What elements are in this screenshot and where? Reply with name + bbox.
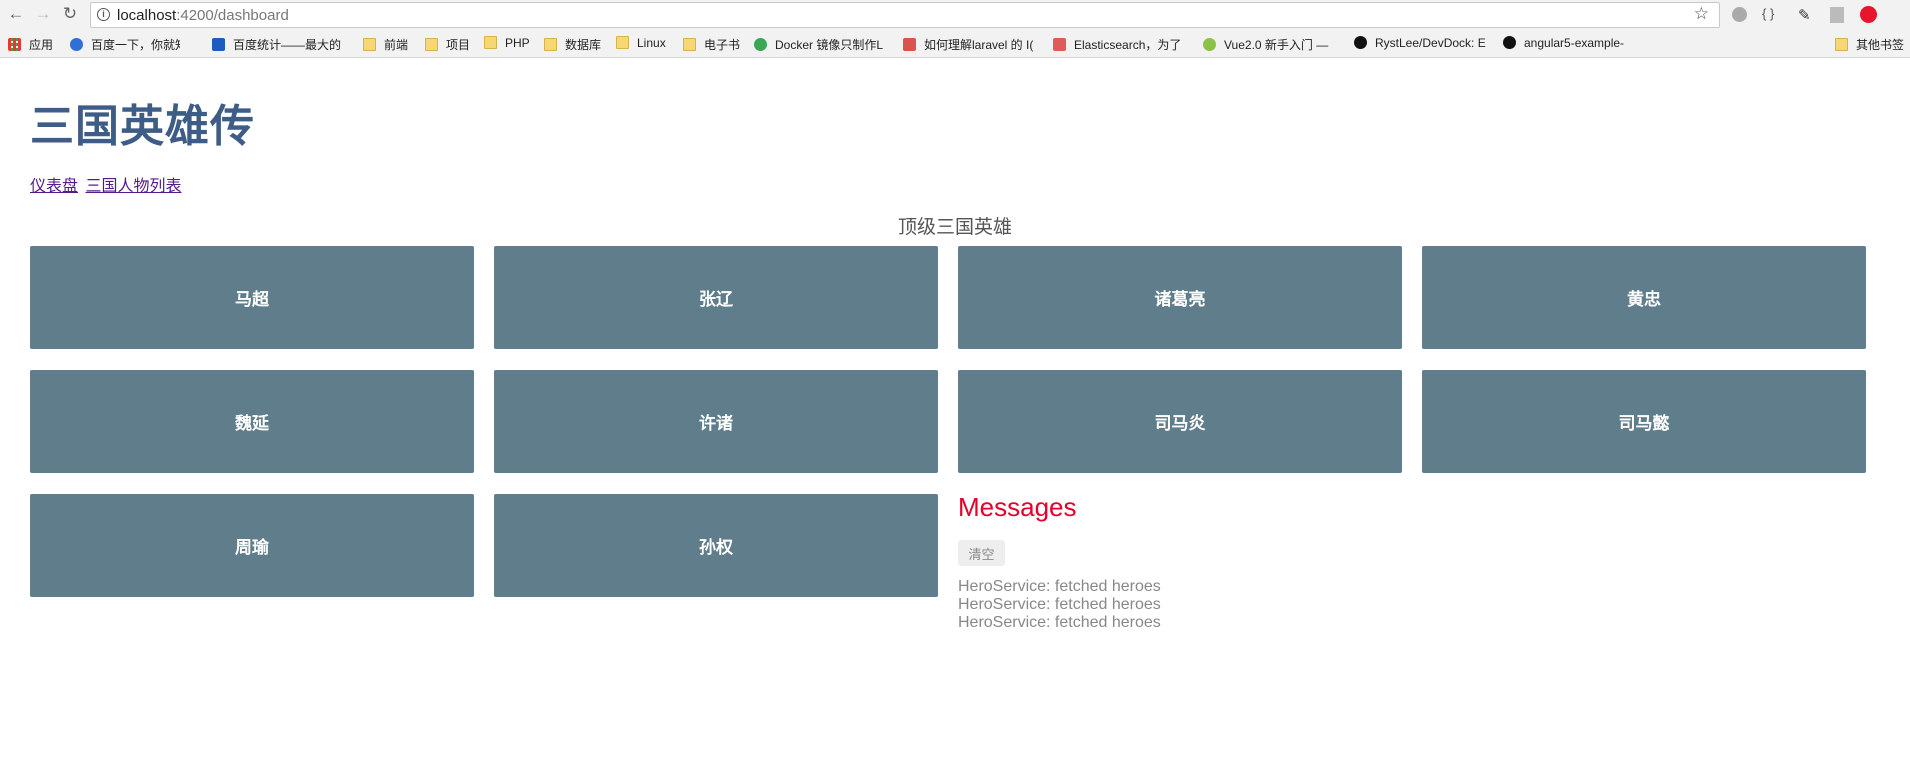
hero-name: 马超 bbox=[235, 290, 269, 310]
hero-card[interactable]: 马超 bbox=[30, 246, 474, 349]
clear-messages-button[interactable]: 清空 bbox=[958, 540, 1005, 566]
github-icon bbox=[1354, 36, 1367, 49]
bookmark-folder-database[interactable]: 数据库 bbox=[544, 36, 601, 53]
message-list: HeroService: fetched heroes HeroService:… bbox=[958, 578, 1358, 632]
hero-card[interactable]: 司马懿 bbox=[1422, 370, 1866, 473]
bookmark-angular5[interactable]: angular5-example- bbox=[1503, 36, 1641, 50]
bookmarks-bar: 应用 百度一下，你就知道 百度统计——最大的 前端 项目 PHP 数据库 Lin… bbox=[0, 30, 1910, 58]
hero-name: 张辽 bbox=[699, 290, 733, 310]
bookmark-docker[interactable]: Docker 镜像只制作L bbox=[754, 36, 890, 53]
bookmark-star-icon[interactable]: ☆ bbox=[1694, 4, 1709, 24]
hero-name: 周瑜 bbox=[235, 538, 269, 558]
browser-toolbar: ← → ↻ i localhost:4200/dashboard ☆ { } ✎ bbox=[0, 0, 1910, 30]
folder-icon bbox=[425, 38, 438, 51]
green-c-icon bbox=[754, 38, 767, 51]
hero-card[interactable]: 司马炎 bbox=[958, 370, 1402, 473]
bookmark-folder-php[interactable]: PHP bbox=[484, 36, 530, 50]
forward-icon[interactable]: → bbox=[33, 4, 53, 24]
bookmark-other[interactable]: 其他书签 bbox=[1835, 36, 1904, 53]
segmentfault-icon bbox=[1053, 38, 1066, 51]
info-icon[interactable]: i bbox=[97, 8, 110, 21]
page-title: 三国英雄传 bbox=[30, 101, 255, 152]
bookmark-laravel[interactable]: 如何理解laravel 的 I( bbox=[903, 36, 1041, 53]
bookmark-folder-projects[interactable]: 项目 bbox=[425, 36, 470, 53]
folder-icon bbox=[363, 38, 376, 51]
folder-icon bbox=[616, 36, 629, 49]
hero-card[interactable]: 张辽 bbox=[494, 246, 938, 349]
extension-icon[interactable] bbox=[1732, 7, 1747, 22]
hero-name: 黄忠 bbox=[1627, 290, 1661, 310]
bookmark-devdock[interactable]: RystLee/DevDock: E bbox=[1354, 36, 1488, 50]
folder-icon bbox=[484, 36, 497, 49]
bookmark-apps[interactable]: 应用 bbox=[8, 36, 53, 53]
baidu-icon bbox=[70, 38, 83, 51]
hero-name: 孙权 bbox=[699, 538, 733, 558]
hero-name: 许诸 bbox=[699, 414, 733, 434]
weibo-icon[interactable] bbox=[1860, 6, 1877, 23]
hero-card[interactable]: 黄忠 bbox=[1422, 246, 1866, 349]
folder-icon bbox=[544, 38, 557, 51]
url-text: localhost:4200/dashboard bbox=[117, 7, 289, 24]
apps-grid-icon bbox=[8, 38, 21, 51]
folder-icon bbox=[1835, 38, 1848, 51]
bookmark-elasticsearch[interactable]: Elasticsearch，为了 bbox=[1053, 36, 1189, 53]
address-bar[interactable]: i localhost:4200/dashboard ☆ bbox=[90, 2, 1720, 28]
json-extension-icon[interactable]: { } bbox=[1762, 6, 1780, 24]
hero-name: 司马炎 bbox=[1154, 414, 1206, 434]
hero-card[interactable]: 许诸 bbox=[494, 370, 938, 473]
bookmark-folder-linux[interactable]: Linux bbox=[616, 36, 666, 50]
hero-name: 诸葛亮 bbox=[1154, 290, 1206, 310]
message-item: HeroService: fetched heroes bbox=[958, 614, 1161, 631]
hero-card[interactable]: 周瑜 bbox=[30, 494, 474, 597]
section-title: 顶级三国英雄 bbox=[897, 217, 1012, 238]
vue-site-icon bbox=[1203, 38, 1216, 51]
save-extension-icon[interactable] bbox=[1830, 7, 1844, 23]
github-icon bbox=[1503, 36, 1516, 49]
message-item: HeroService: fetched heroes bbox=[958, 578, 1161, 595]
jianshu-icon bbox=[903, 38, 916, 51]
message-item: HeroService: fetched heroes bbox=[958, 596, 1161, 613]
chart-icon bbox=[212, 38, 225, 51]
hero-name: 魏延 bbox=[235, 414, 269, 434]
main-nav: 仪表盘 三国人物列表 bbox=[30, 172, 184, 196]
folder-icon bbox=[683, 38, 696, 51]
hero-card[interactable]: 孙权 bbox=[494, 494, 938, 597]
bookmark-folder-ebooks[interactable]: 电子书 bbox=[683, 36, 740, 53]
messages-title: Messages bbox=[958, 492, 1077, 522]
messages-panel: Messages 清空 HeroService: fetched heroes … bbox=[958, 492, 1161, 631]
nav-dashboard-link[interactable]: 仪表盘 bbox=[30, 178, 78, 195]
bookmark-baidu[interactable]: 百度一下，你就知道 bbox=[70, 36, 180, 53]
back-icon[interactable]: ← bbox=[6, 4, 26, 24]
eyedropper-extension-icon[interactable]: ✎ bbox=[1798, 6, 1816, 24]
nav-heroes-link[interactable]: 三国人物列表 bbox=[85, 178, 181, 195]
hero-card[interactable]: 魏延 bbox=[30, 370, 474, 473]
hero-card[interactable]: 诸葛亮 bbox=[958, 246, 1402, 349]
hero-name: 司马懿 bbox=[1618, 414, 1670, 434]
reload-icon[interactable]: ↻ bbox=[60, 4, 80, 24]
bookmark-folder-frontend[interactable]: 前端 bbox=[363, 36, 408, 53]
bookmark-baidu-tongji[interactable]: 百度统计——最大的 bbox=[212, 36, 350, 53]
bookmark-vue[interactable]: Vue2.0 新手入门 — bbox=[1203, 36, 1339, 53]
